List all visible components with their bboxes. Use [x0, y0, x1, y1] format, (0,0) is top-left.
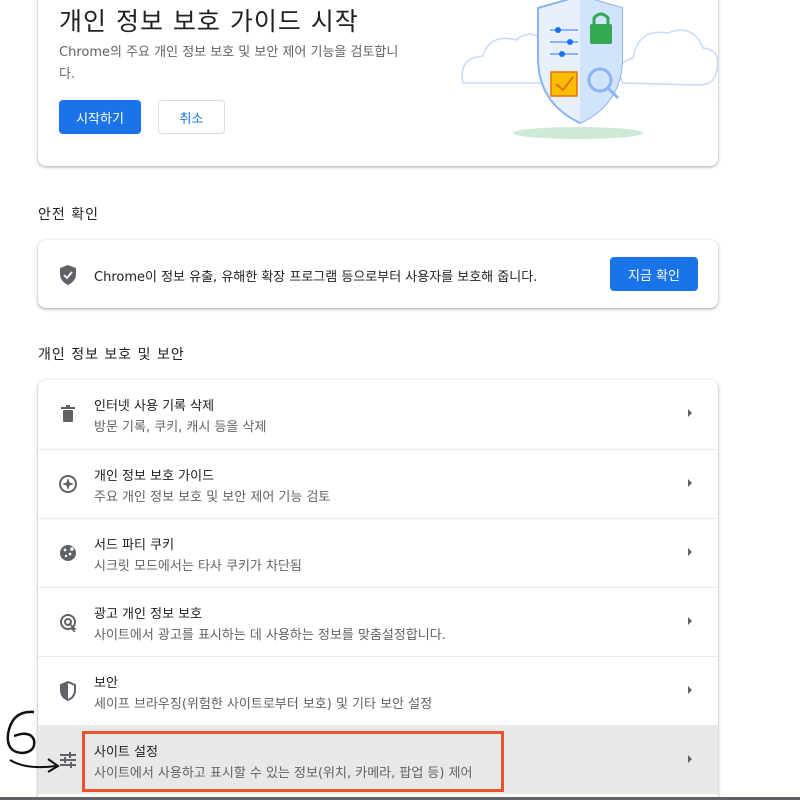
list-item-third-party-cookies[interactable]: 서드 파티 쿠키 시크릿 모드에서는 타사 쿠키가 차단됨	[38, 518, 718, 587]
privacy-security-heading: 개인 정보 보호 및 보안	[38, 347, 185, 363]
start-button[interactable]: 시작하기	[59, 100, 141, 134]
list-item-subtitle: 주요 개인 정보 보호 및 보안 제어 기능 검토	[94, 490, 331, 505]
list-item-title: 인터넷 사용 기록 삭제	[94, 399, 215, 414]
list-item-title: 보안	[94, 676, 118, 691]
chevron-right-icon	[688, 617, 692, 625]
privacy-guide-card: 개인 정보 보호 가이드 시작 Chrome의 주요 개인 정보 보호 및 보안…	[38, 0, 718, 166]
ad-privacy-icon	[60, 614, 77, 632]
privacy-guide-illustration	[461, 0, 718, 139]
list-item-subtitle: 시크릿 모드에서는 타사 쿠키가 차단됨	[94, 559, 302, 574]
shield-icon	[60, 265, 76, 285]
trash-icon	[61, 405, 75, 422]
cancel-button[interactable]: 취소	[158, 100, 225, 134]
annotation-highlight-box	[82, 731, 504, 792]
list-item-clear-browsing-data[interactable]: 인터넷 사용 기록 삭제 방문 기록, 쿠키, 캐시 등을 삭제	[38, 380, 718, 449]
safety-check-card: Chrome이 정보 유출, 유해한 확장 프로그램 등으로부터 사용자를 보호…	[38, 240, 718, 308]
chevron-right-icon	[688, 548, 692, 556]
list-item-privacy-guide[interactable]: 개인 정보 보호 가이드 주요 개인 정보 보호 및 보안 제어 기능 검토	[38, 449, 718, 518]
list-item-subtitle: 사이트에서 광고를 표시하는 데 사용하는 정보를 맞춤설정합니다.	[94, 628, 446, 643]
list-item-security[interactable]: 보안 세이프 브라우징(위험한 사이트로부터 보호) 및 기타 보안 설정	[38, 656, 718, 725]
list-item-title: 서드 파티 쿠키	[94, 538, 175, 553]
chevron-right-icon	[688, 755, 692, 763]
safety-check-text: Chrome이 정보 유출, 유해한 확장 프로그램 등으로부터 사용자를 보호…	[94, 270, 538, 285]
compass-icon	[59, 475, 77, 493]
annotation-step-number: 6	[0, 700, 1, 701]
chevron-right-icon	[688, 479, 692, 487]
chevron-right-icon	[688, 686, 692, 694]
cookie-icon	[60, 545, 76, 561]
list-item-title: 광고 개인 정보 보호	[94, 607, 203, 622]
list-item-subtitle: 세이프 브라우징(위험한 사이트로부터 보호) 및 기타 보안 설정	[94, 697, 433, 712]
annotation-arrow-icon: 6	[0, 700, 60, 773]
chevron-right-icon	[688, 409, 692, 417]
list-item-title: 개인 정보 보호 가이드	[94, 469, 215, 484]
list-item-subtitle: 방문 기록, 쿠키, 캐시 등을 삭제	[94, 420, 267, 435]
guide-description: Chrome의 주요 개인 정보 보호 및 보안 제어 기능을 검토합니다.	[59, 45, 399, 82]
list-item-ad-privacy[interactable]: 광고 개인 정보 보호 사이트에서 광고를 표시하는 데 사용하는 정보를 맞춤…	[38, 587, 718, 656]
check-now-button[interactable]: 지금 확인	[610, 257, 698, 291]
guide-title: 개인 정보 보호 가이드 시작	[59, 7, 359, 36]
shield-icon	[60, 681, 76, 701]
safety-check-heading: 안전 확인	[38, 207, 99, 223]
